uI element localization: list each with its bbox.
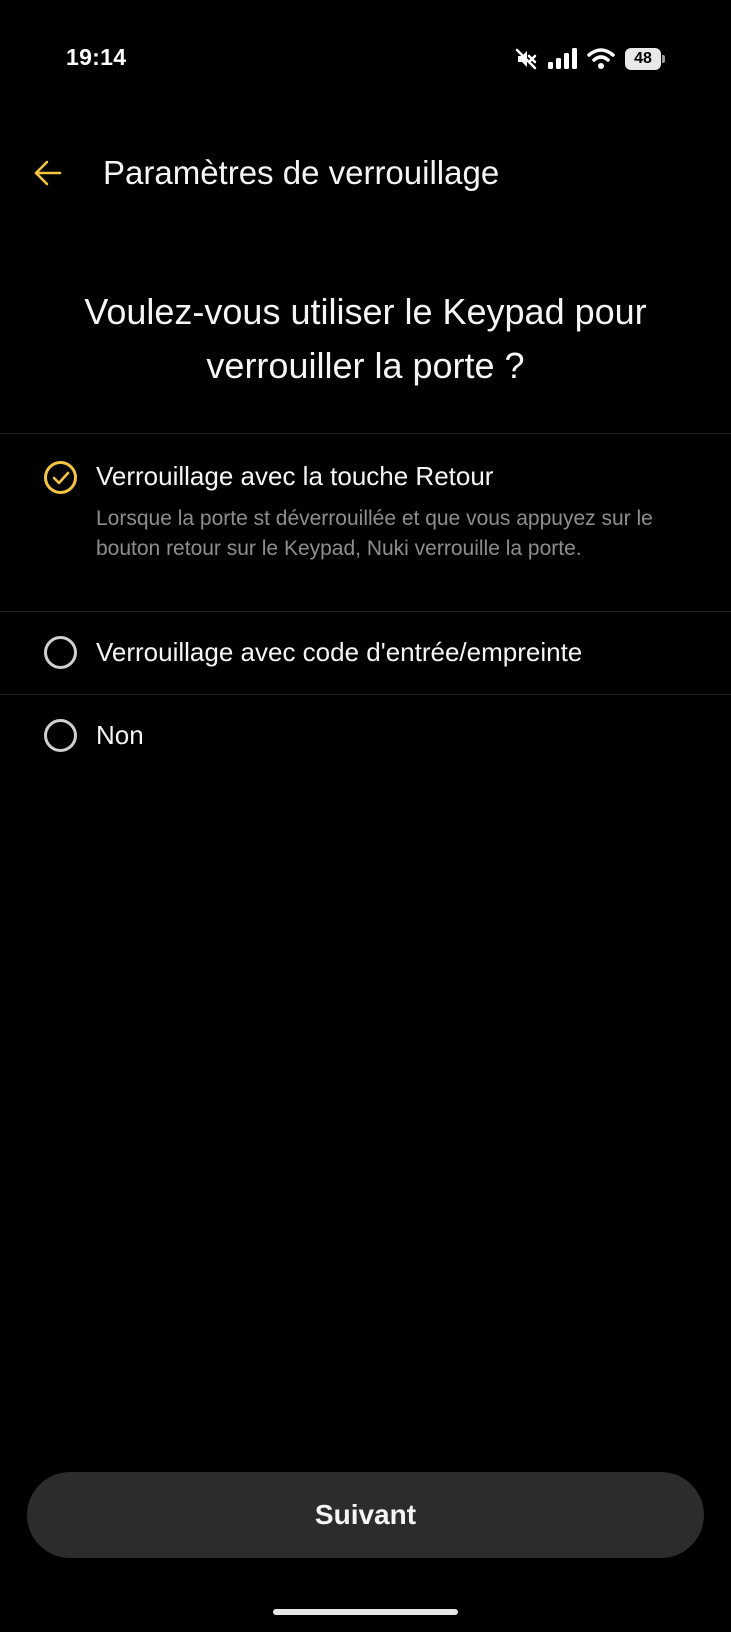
option-lock-with-back-key[interactable]: Verrouillage avec la touche Retour Lorsq… (0, 433, 731, 611)
question-line-1: Voulez-vous utiliser le Keypad pour (84, 291, 647, 332)
radio-unselected[interactable] (44, 636, 77, 669)
option-label: Verrouillage avec la touche Retour (96, 461, 494, 491)
option-label: Verrouillage avec code d'entrée/empreint… (96, 637, 583, 667)
home-indicator[interactable] (273, 1609, 458, 1615)
wifi-icon (587, 48, 615, 70)
lock-options-list: Verrouillage avec la touche Retour Lorsq… (0, 433, 731, 777)
radio-selected[interactable] (44, 461, 77, 494)
option-label: Non (96, 720, 144, 750)
status-time: 19:14 (66, 44, 127, 70)
question-line-2: verrouiller la porte ? (206, 345, 525, 386)
option-lock-with-code-fingerprint[interactable]: Verrouillage avec code d'entrée/empreint… (0, 611, 731, 694)
status-bar: 19:14 48 (0, 0, 731, 118)
option-description: Lorsque la porte st déverrouillée et que… (96, 507, 653, 560)
back-button[interactable] (24, 149, 72, 197)
option-no[interactable]: Non (0, 694, 731, 777)
check-icon (52, 471, 70, 485)
app-bar: Paramètres de verrouillage (0, 140, 731, 206)
signal-icon (547, 48, 577, 70)
battery-icon: 48 (625, 48, 665, 70)
page-title: Paramètres de verrouillage (103, 154, 500, 191)
radio-unselected[interactable] (44, 719, 77, 752)
mute-icon (515, 48, 537, 70)
arrow-left-icon (34, 160, 62, 186)
battery-level: 48 (625, 48, 661, 70)
next-button[interactable]: Suivant (27, 1472, 704, 1558)
question-heading: Voulez-vous utiliser le Keypad pour verr… (30, 285, 701, 393)
status-icons: 48 (515, 44, 665, 74)
